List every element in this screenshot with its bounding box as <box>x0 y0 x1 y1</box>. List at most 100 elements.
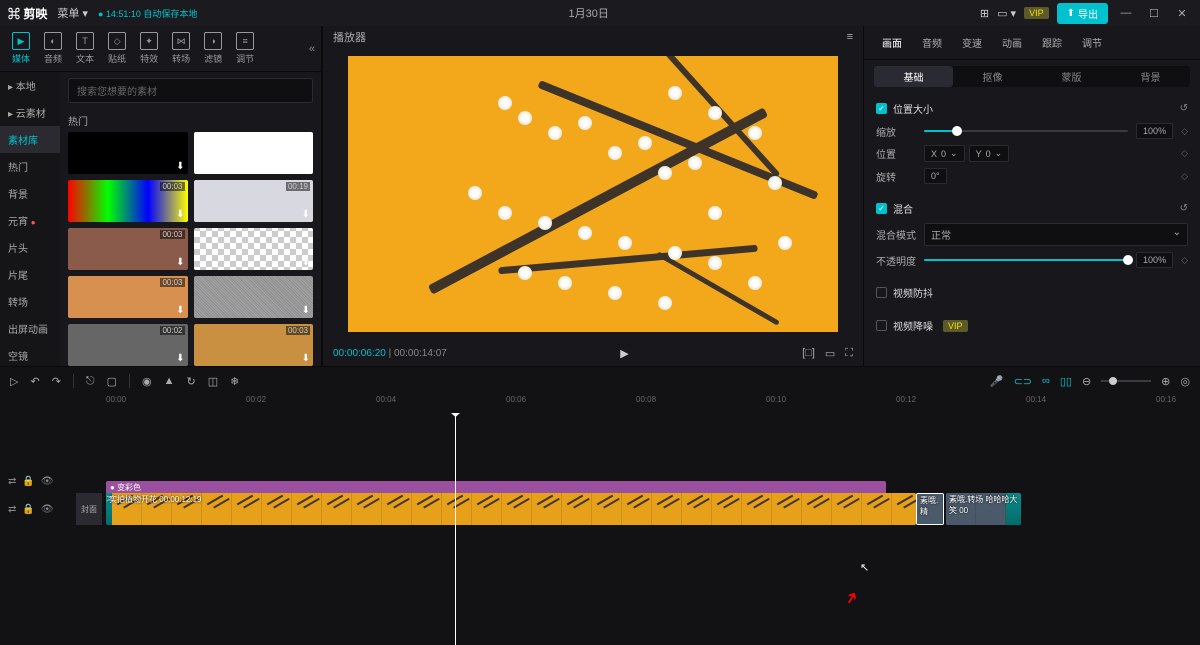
track-toggle-icon[interactable]: ⇄ <box>8 476 16 487</box>
mark-in-icon[interactable]: ◉ <box>142 375 152 388</box>
magnet-on-icon[interactable]: ⊂⊃ <box>1014 375 1032 388</box>
media-thumbnail[interactable]: ⬇ <box>194 132 314 174</box>
media-thumbnail[interactable]: 00:02⬇ <box>68 324 188 366</box>
track2-toggle-icon[interactable]: ⇄ <box>8 504 16 515</box>
reset-pos-icon[interactable]: ↺ <box>1180 103 1188 114</box>
sidebar-item-cloud[interactable]: ▸ 云素材 <box>0 99 60 126</box>
shortcut-icon[interactable]: ⊞ <box>980 7 989 20</box>
scale-value[interactable]: 100% <box>1136 123 1173 139</box>
tab-sticker[interactable]: ◇贴纸 <box>102 30 132 67</box>
media-thumbnail[interactable]: 00:03⬇ <box>68 228 188 270</box>
subtab-bg[interactable]: 背景 <box>1111 66 1190 87</box>
rot-keyframe-icon[interactable]: ◇ <box>1181 171 1188 182</box>
menu-dropdown[interactable]: 菜单 ▾ <box>57 5 88 21</box>
preview-canvas[interactable] <box>348 56 838 332</box>
media-thumbnail[interactable]: ⬇ <box>194 228 314 270</box>
pos-keyframe-icon[interactable]: ◇ <box>1181 148 1188 159</box>
tab-effect[interactable]: ✦特效 <box>134 30 164 67</box>
track-lock-icon[interactable]: 🔒 <box>22 476 34 487</box>
prop-tab-audio[interactable]: 音频 <box>914 32 950 53</box>
sidebar-item-hot[interactable]: 热门 <box>0 153 60 180</box>
sidebar-item-outro[interactable]: 片尾 <box>0 261 60 288</box>
video-clip-1[interactable]: 实拍植物开花 00:00:12:19 > <box>106 493 916 525</box>
freeze-icon[interactable]: ❄ <box>230 375 239 388</box>
preview-cut-icon[interactable]: ▯▯ <box>1060 375 1072 388</box>
redo-icon[interactable]: ↷ <box>52 375 61 388</box>
track2-eye-icon[interactable]: 👁 <box>41 504 54 515</box>
export-button[interactable]: ⬆ 导出 <box>1057 3 1108 24</box>
vip-badge[interactable]: VIP <box>1024 7 1049 19</box>
opacity-slider[interactable] <box>924 259 1128 261</box>
zoom-slider[interactable] <box>1101 380 1151 382</box>
crop-icon[interactable]: ◫ <box>208 375 218 388</box>
sidebar-item-outscreen[interactable]: 出屏动画 <box>0 315 60 342</box>
undo-icon[interactable]: ↶ <box>30 375 39 388</box>
delete-icon[interactable]: ▢ <box>107 375 117 388</box>
track-eye-icon[interactable]: 👁 <box>41 476 54 487</box>
media-thumbnail[interactable]: 00:03⬇ <box>68 276 188 318</box>
sidebar-item-intro[interactable]: 片头 <box>0 234 60 261</box>
denoise-check[interactable] <box>876 320 887 331</box>
close-button[interactable]: ✕ <box>1172 7 1192 20</box>
reverse-icon[interactable]: ↻ <box>187 375 196 388</box>
opacity-keyframe-icon[interactable]: ◇ <box>1181 255 1188 266</box>
layout-icon[interactable]: ▭ ▾ <box>997 7 1016 20</box>
split-icon[interactable]: ⎋ <box>86 375 95 388</box>
scale-fit-icon[interactable]: [□] <box>802 347 815 360</box>
media-thumbnail[interactable]: ⬇ <box>68 132 188 174</box>
media-thumbnail[interactable]: 00:03⬇ <box>68 180 188 222</box>
link-icon[interactable]: ∞ <box>1042 375 1050 387</box>
player-menu-icon[interactable]: ≡ <box>847 31 853 43</box>
sidebar-item-empty[interactable]: 空镜 <box>0 342 60 366</box>
media-thumbnail[interactable]: 00:03⬇ <box>194 324 314 366</box>
sidebar-item-yuanxiao[interactable]: 元宵 ● <box>0 207 60 234</box>
subtab-basic[interactable]: 基础 <box>874 66 953 87</box>
zoom-out-icon[interactable]: ⊖ <box>1082 375 1091 388</box>
play-button[interactable]: ▶ <box>620 348 628 360</box>
tab-transition[interactable]: ⋈转场 <box>166 30 196 67</box>
prop-tab-adjust[interactable]: 调节 <box>1074 32 1110 53</box>
subtab-cutout[interactable]: 抠像 <box>953 66 1032 87</box>
tab-filter[interactable]: ◑滤镜 <box>198 30 228 67</box>
sidebar-item-local[interactable]: ▸ 本地 <box>0 72 60 99</box>
search-input[interactable]: 搜索您想要的素材 <box>68 78 313 103</box>
zoom-fit-icon[interactable]: ◎ <box>1180 375 1190 388</box>
cover-button[interactable]: 封面 <box>76 493 102 525</box>
ratio-icon[interactable]: ▭ <box>825 347 835 360</box>
mic-icon[interactable]: 🎤 <box>990 375 1004 388</box>
zoom-in-icon[interactable]: ⊕ <box>1161 375 1170 388</box>
position-size-check[interactable]: ✓ <box>876 103 887 114</box>
scale-slider[interactable] <box>924 130 1128 132</box>
minimize-button[interactable]: — <box>1116 7 1136 19</box>
reset-blend-icon[interactable]: ↺ <box>1180 203 1188 214</box>
blend-check[interactable]: ✓ <box>876 203 887 214</box>
subtab-mask[interactable]: 蒙版 <box>1032 66 1111 87</box>
prop-tab-anim[interactable]: 动画 <box>994 32 1030 53</box>
playhead[interactable] <box>455 413 456 645</box>
sidebar-item-trans[interactable]: 转场 <box>0 288 60 315</box>
tab-adjust[interactable]: ≡调节 <box>230 30 260 67</box>
warn-icon[interactable]: ▲ <box>164 375 175 387</box>
tab-text[interactable]: T文本 <box>70 30 100 67</box>
prop-tab-picture[interactable]: 画面 <box>874 32 910 53</box>
sidebar-item-bg[interactable]: 背景 <box>0 180 60 207</box>
tab-audio[interactable]: ◐音频 <box>38 30 68 67</box>
sidebar-item-library[interactable]: 素材库 <box>0 126 60 153</box>
media-thumbnail[interactable]: 00:19⬇ <box>194 180 314 222</box>
blend-mode-select[interactable]: 正常⌄ <box>924 223 1188 246</box>
rotation-input[interactable]: 0° <box>924 168 947 184</box>
collapse-icon[interactable]: « <box>309 43 315 55</box>
track2-lock-icon[interactable]: 🔒 <box>22 504 34 515</box>
pos-x-input[interactable]: X 0 ⌄ <box>924 145 965 162</box>
tracks-area[interactable]: ⇄ 🔒 👁 ● 变彩色 ⇄ 🔒 👁 封面 实拍植物开花 00:00:12:19 … <box>0 413 1200 645</box>
stabilize-check[interactable] <box>876 287 887 298</box>
prop-tab-track[interactable]: 跟踪 <box>1034 32 1070 53</box>
fullscreen-icon[interactable]: ⛶ <box>845 347 853 360</box>
tab-media[interactable]: ▶媒体 <box>6 30 36 67</box>
select-tool-icon[interactable]: ▷ <box>10 375 18 388</box>
maximize-button[interactable]: ☐ <box>1144 7 1164 20</box>
video-clip-3[interactable]: 素哦.转场 哈哈哈大笑 00 <box>946 493 1021 525</box>
prop-tab-speed[interactable]: 变速 <box>954 32 990 53</box>
pos-y-input[interactable]: Y 0 ⌄ <box>969 145 1010 162</box>
opacity-value[interactable]: 100% <box>1136 252 1173 268</box>
